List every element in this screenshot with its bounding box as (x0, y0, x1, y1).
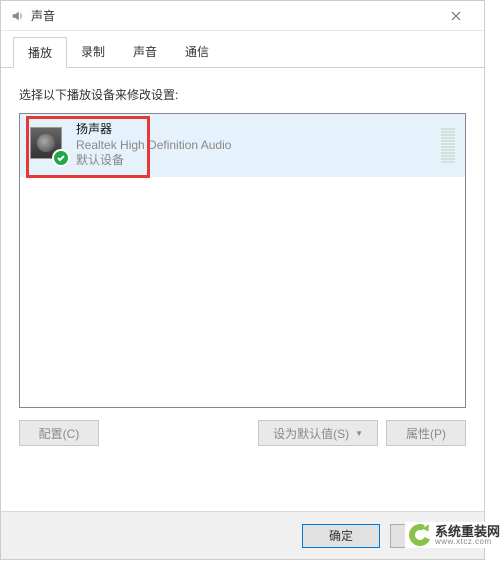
device-driver: Realtek High Definition Audio (76, 138, 433, 154)
watermark: 系统重装网 www.xtcz.com (405, 522, 500, 548)
instruction-text: 选择以下播放设备来修改设置: (19, 86, 466, 103)
tab-sounds[interactable]: 声音 (119, 37, 171, 67)
watermark-sub: www.xtcz.com (435, 538, 500, 546)
sound-dialog: 声音 播放 录制 声音 通信 选择以下播放设备来修改设置: 扬声器 Realte… (0, 0, 485, 560)
set-default-button[interactable]: 设为默认值(S) ▼ (258, 420, 378, 446)
playback-panel: 选择以下播放设备来修改设置: 扬声器 Realtek High Definiti… (1, 68, 484, 456)
tab-playback[interactable]: 播放 (13, 37, 67, 68)
window-title: 声音 (31, 7, 436, 24)
level-meter-icon (441, 128, 455, 163)
tabstrip: 播放 录制 声音 通信 (1, 31, 484, 68)
properties-button[interactable]: 属性(P) (386, 420, 466, 446)
tab-recording[interactable]: 录制 (67, 37, 119, 67)
device-name: 扬声器 (76, 122, 433, 138)
device-info: 扬声器 Realtek High Definition Audio 默认设备 (76, 122, 433, 169)
sound-app-icon (9, 8, 25, 24)
action-button-row: 配置(C) 设为默认值(S) ▼ 属性(P) (19, 420, 466, 446)
list-item[interactable]: 扬声器 Realtek High Definition Audio 默认设备 (20, 114, 465, 177)
watermark-main: 系统重装网 (435, 525, 500, 538)
titlebar: 声音 (1, 1, 484, 31)
tab-communications[interactable]: 通信 (171, 37, 223, 67)
speaker-icon (30, 127, 66, 163)
chevron-down-icon: ▼ (355, 429, 363, 438)
ok-button[interactable]: 确定 (302, 524, 380, 548)
device-status: 默认设备 (76, 153, 433, 169)
default-check-icon (52, 149, 70, 167)
device-list[interactable]: 扬声器 Realtek High Definition Audio 默认设备 (19, 113, 466, 408)
configure-button[interactable]: 配置(C) (19, 420, 99, 446)
close-button[interactable] (436, 2, 476, 30)
watermark-logo-icon (409, 524, 431, 546)
set-default-label: 设为默认值(S) (273, 425, 349, 442)
